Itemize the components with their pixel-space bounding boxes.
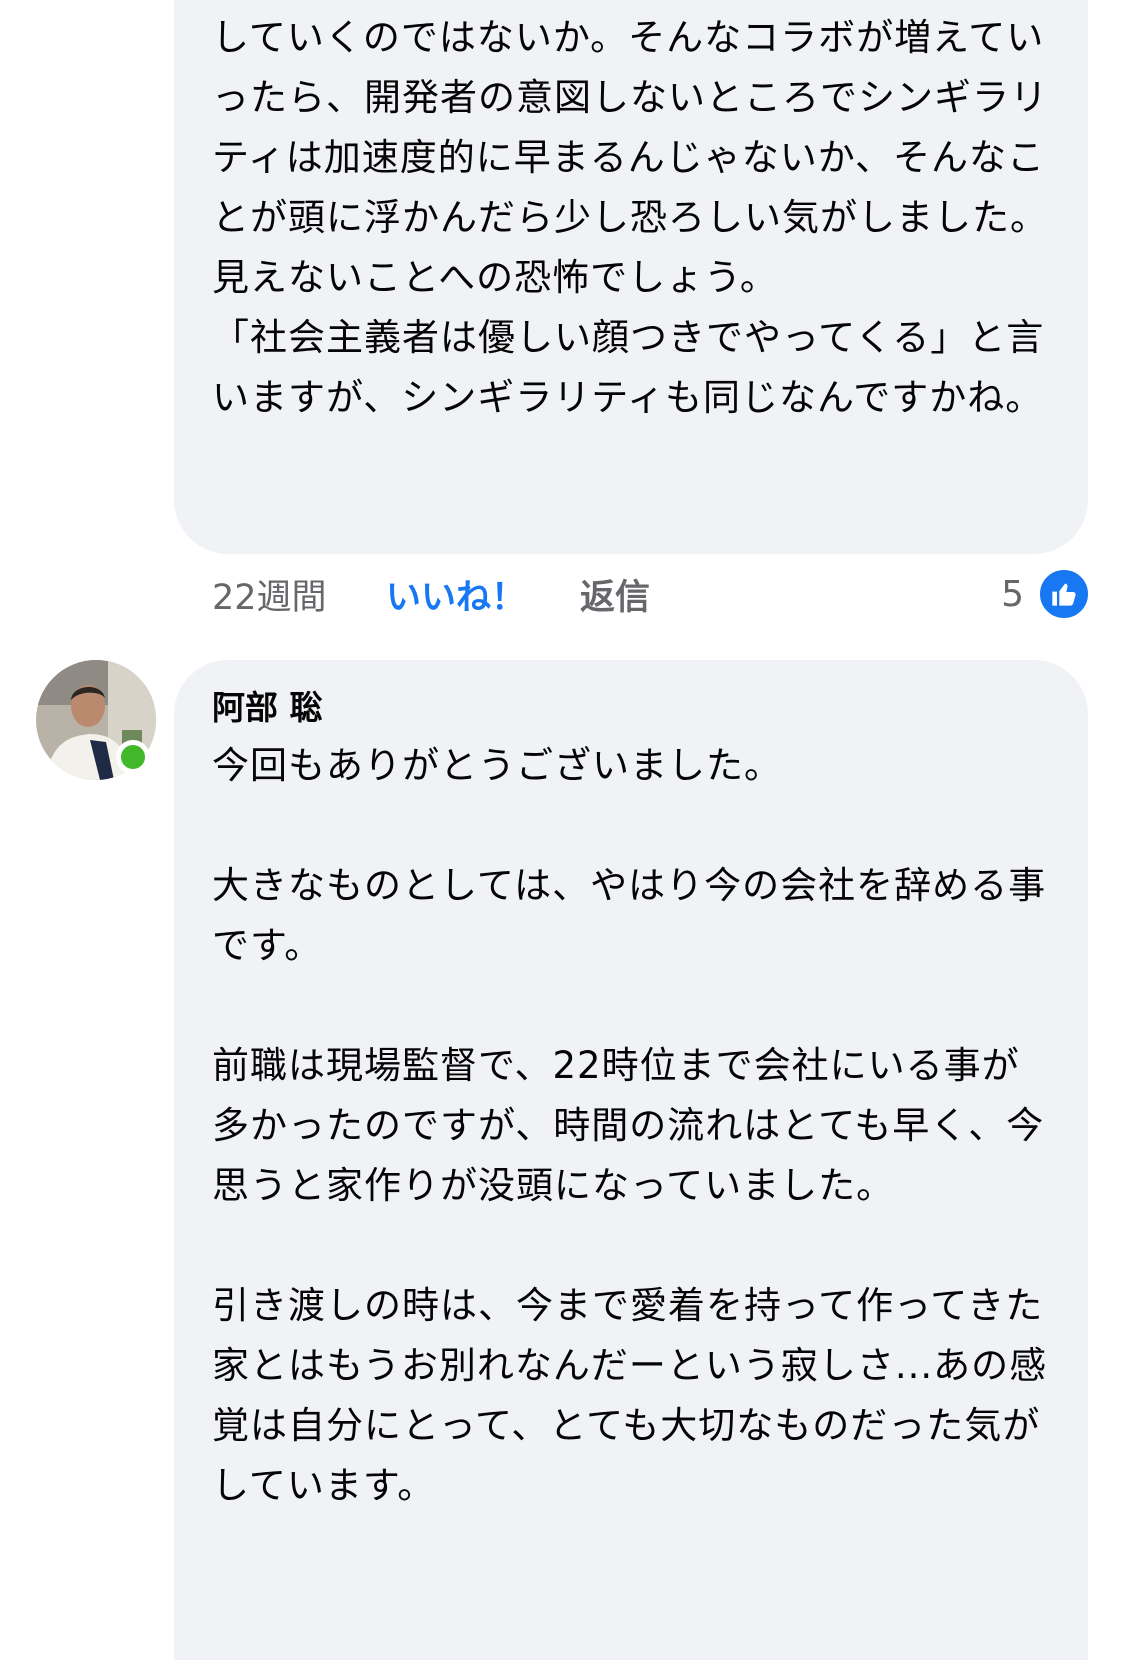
previous-comment-actions: 22週間 いいね！ 返信 5 <box>212 566 1090 622</box>
author-avatar[interactable] <box>36 660 156 780</box>
comment-author-name[interactable]: 阿部 聡 <box>212 688 1050 728</box>
comment-timestamp[interactable]: 22週間 <box>212 569 386 620</box>
online-status-indicator <box>116 740 150 774</box>
reaction-count: 5 <box>1001 573 1024 615</box>
reaction-summary[interactable]: 5 <box>1001 568 1090 620</box>
comment-text: 今回もありがとうございました。 大きなものとしては、やはり今の会社を辞める事です… <box>212 744 1048 1507</box>
previous-comment-text: していくのではないか。そんなコラボが増えていったら、開発者の意図しないところでシ… <box>212 16 1048 419</box>
reply-button[interactable]: 返信 <box>580 569 650 620</box>
like-button[interactable]: いいね！ <box>386 569 580 620</box>
thumbs-up-icon <box>1038 568 1090 620</box>
previous-comment-bubble: していくのではないか。そんなコラボが増えていったら、開発者の意図しないところでシ… <box>174 0 1088 554</box>
comment-bubble: 阿部 聡 今回もありがとうございました。 大きなものとしては、やはり今の会社を辞… <box>174 660 1088 1660</box>
